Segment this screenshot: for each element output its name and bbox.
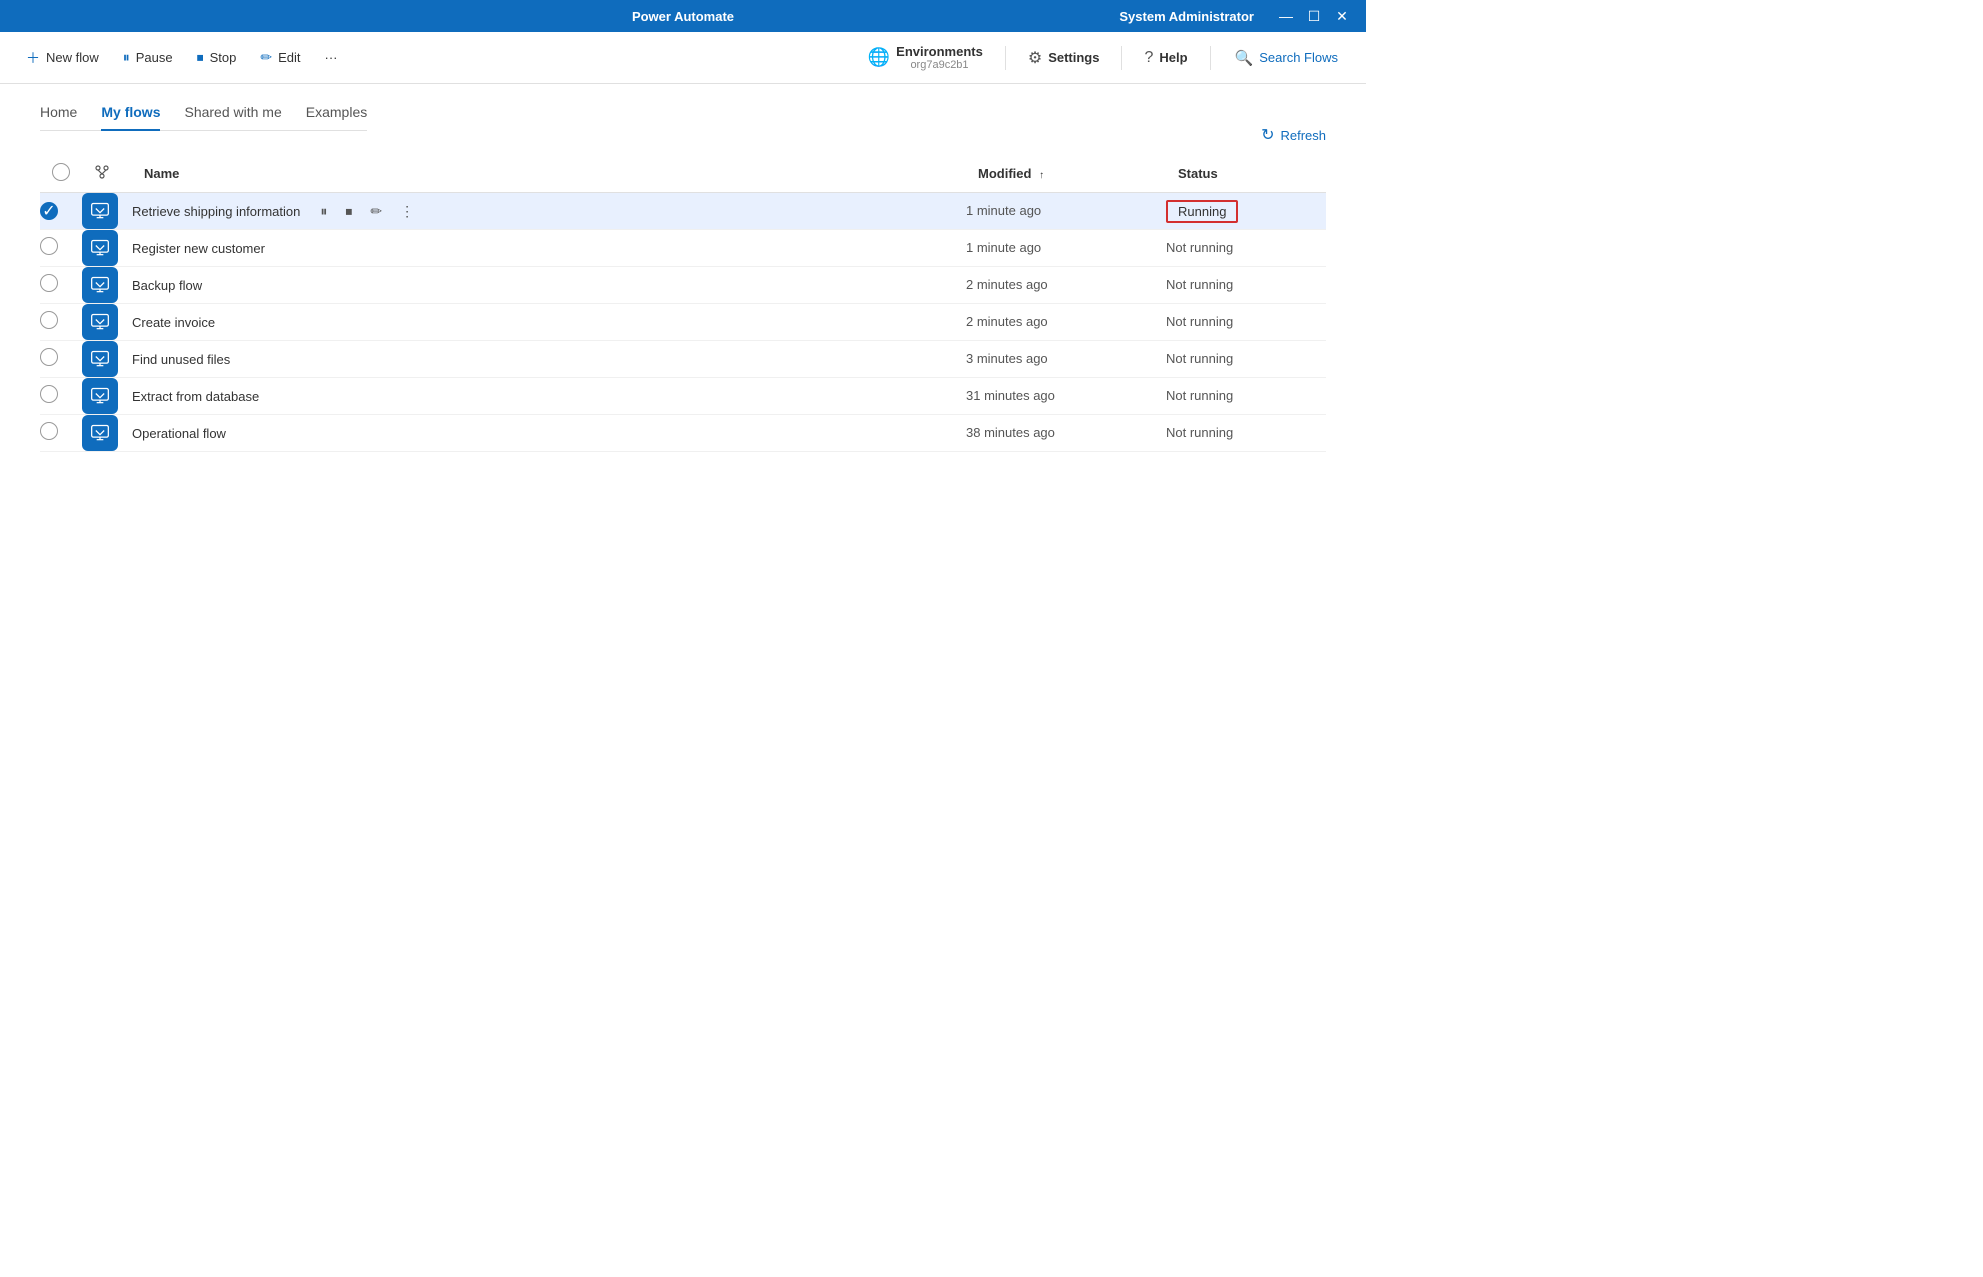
tab-examples[interactable]: Examples: [306, 104, 367, 130]
flow-name: Backup flow: [132, 278, 202, 293]
modified-time: 31 minutes ago: [966, 388, 1055, 403]
search-icon: 🔍: [1235, 49, 1254, 67]
row-checkbox[interactable]: [40, 237, 58, 255]
stop-button[interactable]: ⏹ Stop: [187, 43, 247, 72]
more-button[interactable]: ···: [315, 44, 348, 71]
table-header-row: Name Modified ↑ Status: [40, 155, 1326, 193]
table-row[interactable]: Register new customer 1 minute ago Not run…: [40, 230, 1326, 267]
row-checkbox[interactable]: [40, 422, 58, 440]
app-title: Power Automate: [459, 9, 906, 24]
status-badge: Not running: [1166, 240, 1233, 255]
toolbar-right: 🌐 Environments org7a9c2b1 ⚙ Settings ? H…: [858, 40, 1350, 75]
flow-name: Create invoice: [132, 315, 215, 330]
pause-button[interactable]: ⏸ Pause: [113, 43, 183, 72]
table-row[interactable]: Operational flow 38 minutes ago Not runnin…: [40, 415, 1326, 452]
flow-icon: [82, 193, 118, 229]
search-flows-button[interactable]: 🔍 Search Flows: [1223, 43, 1350, 73]
row-checkbox[interactable]: ✓: [40, 202, 58, 220]
flow-name: Find unused files: [132, 352, 230, 367]
col-header-name[interactable]: Name: [132, 155, 966, 193]
settings-button[interactable]: ⚙ Settings: [1018, 44, 1110, 72]
table-row[interactable]: Extract from database 31 minutes ago Not r…: [40, 378, 1326, 415]
flow-type-icon: [94, 164, 110, 180]
flow-name: Register new customer: [132, 241, 265, 256]
modified-time: 1 minute ago: [966, 203, 1041, 218]
minimize-button[interactable]: —: [1274, 4, 1298, 28]
status-badge: Not running: [1166, 277, 1233, 292]
help-icon: ?: [1144, 49, 1153, 67]
pause-icon: ⏸: [123, 49, 130, 66]
environments-button[interactable]: 🌐 Environments org7a9c2b1: [858, 40, 993, 75]
col-header-icon: [82, 155, 132, 193]
new-flow-button[interactable]: ＋ New flow: [16, 42, 109, 74]
separator2: [1121, 46, 1122, 70]
sort-icon: ↑: [1039, 170, 1044, 181]
status-badge: Not running: [1166, 388, 1233, 403]
separator: [1005, 46, 1006, 70]
row-more-button[interactable]: ⋮: [396, 201, 418, 222]
flow-name: Operational flow: [132, 426, 226, 441]
row-stop-button[interactable]: ⏹: [341, 201, 356, 222]
flows-table: Name Modified ↑ Status ✓ Retr: [40, 155, 1326, 452]
row-checkbox[interactable]: [40, 385, 58, 403]
refresh-icon: ↻: [1261, 125, 1274, 145]
status-badge: Running: [1166, 200, 1238, 223]
help-button[interactable]: ? Help: [1134, 45, 1197, 71]
table-row[interactable]: ✓ Retrieve shipping information ⏸ ⏹ ✏ ⋮ …: [40, 193, 1326, 230]
refresh-button[interactable]: ↻ Refresh: [1261, 125, 1326, 145]
modified-time: 3 minutes ago: [966, 351, 1048, 366]
flow-name: Retrieve shipping information: [132, 204, 300, 219]
nav-tabs: Home My flows Shared with me Examples: [40, 104, 367, 131]
toolbar: ＋ New flow ⏸ Pause ⏹ Stop ✏ Edit ··· 🌐 E…: [0, 32, 1366, 84]
edit-icon: ✏: [260, 49, 272, 66]
flow-icon: [82, 415, 118, 451]
modified-time: 1 minute ago: [966, 240, 1041, 255]
flow-icon: [82, 378, 118, 414]
modified-time: 2 minutes ago: [966, 277, 1048, 292]
col-header-check: [40, 155, 82, 193]
globe-icon: 🌐: [868, 47, 890, 68]
flow-icon: [82, 230, 118, 266]
title-bar: Power Automate System Administrator — ☐ …: [0, 0, 1366, 32]
edit-button[interactable]: ✏ Edit: [250, 43, 310, 72]
settings-icon: ⚙: [1028, 48, 1042, 68]
separator3: [1210, 46, 1211, 70]
stop-icon: ⏹: [197, 49, 204, 66]
row-checkbox[interactable]: [40, 274, 58, 292]
row-actions: ⏸ ⏹ ✏ ⋮: [316, 201, 418, 222]
status-badge: Not running: [1166, 351, 1233, 366]
flows-list: ✓ Retrieve shipping information ⏸ ⏹ ✏ ⋮ …: [40, 193, 1326, 452]
close-button[interactable]: ✕: [1330, 4, 1354, 28]
tab-home[interactable]: Home: [40, 104, 77, 130]
row-edit-button[interactable]: ✏: [366, 201, 386, 222]
modified-time: 2 minutes ago: [966, 314, 1048, 329]
main-content: Home My flows Shared with me Examples ↻ …: [0, 84, 1366, 472]
col-header-status: Status: [1166, 155, 1326, 193]
row-checkbox[interactable]: [40, 311, 58, 329]
table-row[interactable]: Backup flow 2 minutes ago Not running: [40, 267, 1326, 304]
flow-icon: [82, 341, 118, 377]
user-name: System Administrator: [1119, 9, 1254, 24]
modified-time: 38 minutes ago: [966, 425, 1055, 440]
tab-my-flows[interactable]: My flows: [101, 104, 160, 130]
flow-name: Extract from database: [132, 389, 259, 404]
flow-icon: [82, 304, 118, 340]
status-badge: Not running: [1166, 314, 1233, 329]
table-row[interactable]: Find unused files 3 minutes ago Not runnin…: [40, 341, 1326, 378]
row-checkbox[interactable]: [40, 348, 58, 366]
col-header-modified[interactable]: Modified ↑: [966, 155, 1166, 193]
flow-icon: [82, 267, 118, 303]
plus-icon: ＋: [26, 48, 40, 68]
table-row[interactable]: Create invoice 2 minutes ago Not running: [40, 304, 1326, 341]
row-pause-button[interactable]: ⏸: [316, 201, 331, 222]
select-all-checkbox[interactable]: [52, 163, 70, 181]
tab-shared[interactable]: Shared with me: [184, 104, 281, 130]
status-badge: Not running: [1166, 425, 1233, 440]
maximize-button[interactable]: ☐: [1302, 4, 1326, 28]
